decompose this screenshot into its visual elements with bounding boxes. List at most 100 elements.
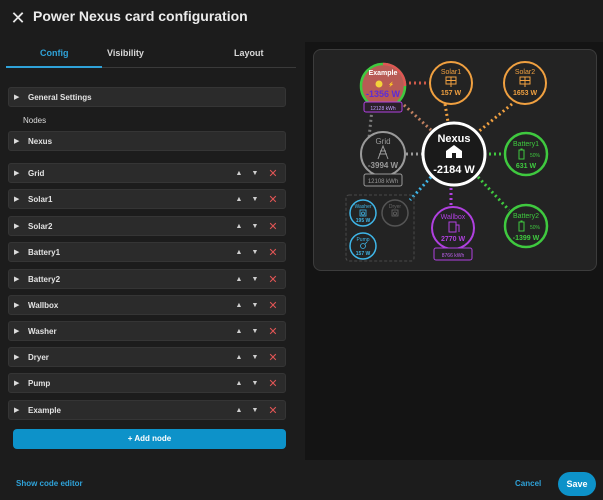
node-row-battery1[interactable]: ▶ Battery1 ▲ ▼ ✕ (8, 242, 286, 262)
battery2-value: -1399 W (513, 235, 540, 242)
wallbox-label: Wallbox (441, 214, 466, 221)
delete-icon[interactable]: ✕ (263, 377, 283, 390)
chevron-right-icon: ▶ (14, 196, 20, 203)
node-pump[interactable]: Pump 157 W (349, 232, 377, 260)
move-up-icon[interactable]: ▲ (231, 249, 247, 256)
nodes-heading: Nodes (23, 116, 47, 125)
battery2-soc: 50% (530, 225, 541, 231)
flow-line-solar2-nexus (477, 102, 513, 134)
card-preview: Example ⚡ -1356 W 12128 kWh Solar1 157 W… (305, 42, 603, 460)
move-up-icon[interactable]: ▲ (231, 354, 247, 361)
show-code-editor-link[interactable]: Show code editor (16, 479, 83, 488)
move-down-icon[interactable]: ▼ (247, 380, 263, 387)
delete-icon[interactable]: ✕ (263, 273, 283, 286)
node-row-pump[interactable]: ▶ Pump ▲ ▼ ✕ (8, 373, 286, 393)
example-value: -1356 W (366, 89, 401, 99)
svg-text:⚡: ⚡ (388, 81, 394, 88)
tab-config[interactable]: Config (40, 48, 69, 58)
chevron-right-icon: ▶ (14, 223, 20, 230)
chevron-right-icon: ▶ (14, 354, 20, 361)
move-up-icon[interactable]: ▲ (231, 328, 247, 335)
node-solar2[interactable]: Solar2 1653 W (503, 61, 547, 105)
dryer-label: Dryer (389, 204, 402, 210)
power-nexus-card: Example ⚡ -1356 W 12128 kWh Solar1 157 W… (313, 49, 597, 271)
pump-value: 157 W (356, 251, 371, 257)
wallbox-value: 2770 W (441, 236, 466, 243)
node-row-wallbox[interactable]: ▶ Wallbox ▲ ▼ ✕ (8, 295, 286, 315)
node-row-label: Pump (28, 378, 51, 388)
add-node-button[interactable]: + Add node (13, 429, 286, 449)
move-down-icon[interactable]: ▼ (247, 328, 263, 335)
delete-icon[interactable]: ✕ (263, 246, 283, 259)
flow-line-nexus-battery2 (476, 175, 511, 212)
delete-icon[interactable]: ✕ (263, 193, 283, 206)
chevron-right-icon: ▶ (14, 407, 20, 414)
node-row-label: Grid (28, 168, 45, 178)
active-tab-indicator (6, 66, 102, 68)
delete-icon[interactable]: ✕ (263, 325, 283, 338)
cancel-button[interactable]: Cancel (515, 479, 541, 488)
move-down-icon[interactable]: ▼ (247, 276, 263, 283)
move-up-icon[interactable]: ▲ (231, 380, 247, 387)
move-down-icon[interactable]: ▼ (247, 249, 263, 256)
node-row-solar2[interactable]: ▶ Solar2 ▲ ▼ ✕ (8, 216, 286, 236)
move-down-icon[interactable]: ▼ (247, 223, 263, 230)
node-example[interactable]: Example ⚡ -1356 W 12128 kWh (359, 62, 407, 113)
move-down-icon[interactable]: ▼ (247, 354, 263, 361)
move-down-icon[interactable]: ▼ (247, 407, 263, 414)
chevron-right-icon: ▶ (14, 94, 20, 101)
node-solar1[interactable]: Solar1 157 W (429, 61, 473, 105)
move-up-icon[interactable]: ▲ (231, 223, 247, 230)
chevron-right-icon: ▶ (14, 276, 20, 283)
node-row-dryer[interactable]: ▶ Dryer ▲ ▼ ✕ (8, 347, 286, 367)
node-row-label: Dryer (28, 352, 49, 362)
save-button[interactable]: Save (558, 472, 596, 496)
node-row-example[interactable]: ▶ Example ▲ ▼ ✕ (8, 400, 286, 420)
node-row-grid[interactable]: ▶ Grid ▲ ▼ ✕ (8, 163, 286, 183)
solar2-label: Solar2 (515, 69, 535, 76)
node-grid[interactable]: Grid -3994 W 12108 kWh (360, 131, 406, 187)
move-up-icon[interactable]: ▲ (231, 407, 247, 414)
delete-icon[interactable]: ✕ (263, 167, 283, 180)
node-washer[interactable]: Washer 195 W (349, 199, 377, 227)
tab-bar: Config Visibility Layout (6, 44, 296, 68)
move-up-icon[interactable]: ▲ (231, 196, 247, 203)
delete-icon[interactable]: ✕ (263, 404, 283, 417)
move-down-icon[interactable]: ▼ (247, 170, 263, 177)
delete-icon[interactable]: ✕ (263, 351, 283, 364)
nexus-expander[interactable]: ▶ Nexus (8, 131, 286, 151)
node-row-solar1[interactable]: ▶ Solar1 ▲ ▼ ✕ (8, 189, 286, 209)
tab-layout[interactable]: Layout (234, 48, 264, 58)
node-battery2[interactable]: Battery2 50% -1399 W (503, 203, 549, 249)
node-row-battery2[interactable]: ▶ Battery2 ▲ ▼ ✕ (8, 269, 286, 289)
solar2-value: 1653 W (513, 90, 538, 97)
chevron-right-icon: ▶ (14, 302, 20, 309)
node-dryer[interactable]: Dryer (381, 199, 409, 227)
general-settings-expander[interactable]: ▶ General Settings (8, 87, 286, 107)
washer-label: Washer (354, 204, 371, 210)
close-icon[interactable]: ✕ (8, 8, 28, 28)
battery1-value: 631 W (516, 163, 537, 170)
move-up-icon[interactable]: ▲ (231, 302, 247, 309)
tab-visibility[interactable]: Visibility (107, 48, 144, 58)
move-down-icon[interactable]: ▼ (247, 302, 263, 309)
chevron-right-icon: ▶ (14, 249, 20, 256)
node-row-label: Solar1 (28, 194, 53, 204)
grid-sub: 12108 kWh (368, 179, 398, 185)
node-row-label: Battery1 (28, 247, 61, 257)
node-wallbox[interactable]: Wallbox 2770 W 8766 kWh (431, 206, 475, 261)
move-down-icon[interactable]: ▼ (247, 196, 263, 203)
battery1-label: Battery1 (513, 141, 539, 148)
delete-icon[interactable]: ✕ (263, 299, 283, 312)
node-battery1[interactable]: Battery1 50% 631 W (503, 131, 549, 177)
node-nexus[interactable]: Nexus -2184 W (421, 121, 487, 187)
move-up-icon[interactable]: ▲ (231, 170, 247, 177)
node-row-washer[interactable]: ▶ Washer ▲ ▼ ✕ (8, 321, 286, 341)
dialog-title: Power Nexus card configuration (33, 8, 248, 24)
delete-icon[interactable]: ✕ (263, 220, 283, 233)
move-up-icon[interactable]: ▲ (231, 276, 247, 283)
example-sub: 12128 kWh (370, 106, 396, 112)
chevron-right-icon: ▶ (14, 138, 20, 145)
nexus-label: Nexus (28, 136, 53, 146)
general-settings-label: General Settings (28, 92, 92, 102)
